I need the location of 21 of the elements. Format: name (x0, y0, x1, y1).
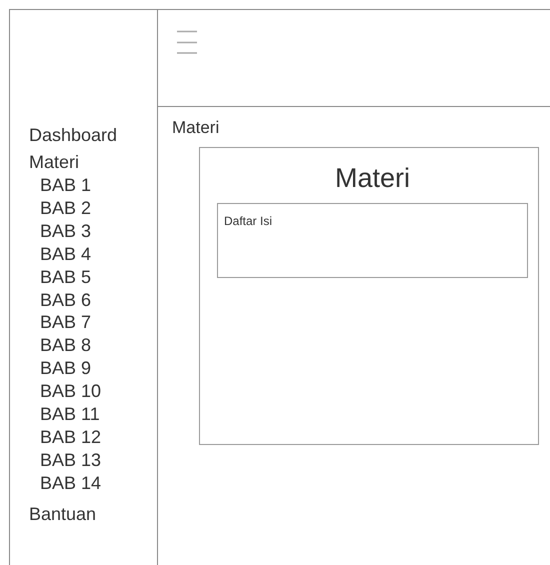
sidebar-item[interactable]: Bantuan (29, 502, 96, 526)
contents-label: Daftar Isi (224, 214, 272, 228)
sidebar-subitem[interactable]: BAB 13 (40, 448, 102, 472)
sidebar-subitem[interactable]: BAB 11 (40, 403, 100, 426)
sidebar-subitem[interactable]: BAB 12 (40, 426, 102, 449)
sidebar-subitem[interactable]: BAB 1 (40, 174, 92, 197)
sidebar-subitem[interactable]: BAB 3 (40, 220, 92, 243)
sidebar-subitem[interactable]: BAB 2 (40, 196, 92, 220)
sidebar-subitem[interactable]: BAB 9 (40, 357, 92, 380)
sidebar-subitem[interactable]: BAB 14 (40, 472, 102, 495)
sidebar-item[interactable]: Materi (29, 151, 80, 174)
breadcrumb: Materi (172, 118, 220, 138)
sidebar-subitem[interactable]: BAB 6 (40, 288, 92, 312)
menu-icon[interactable] (177, 30, 197, 54)
sidebar-subitem[interactable]: BAB 10 (40, 380, 102, 404)
sidebar-subitem[interactable]: BAB 7 (40, 311, 92, 334)
sidebar-subitem[interactable]: BAB 4 (40, 242, 92, 266)
sidebar-item[interactable]: Dashboard (29, 124, 118, 147)
sidebar-subitem[interactable]: BAB 8 (40, 334, 92, 358)
card-title: Materi (334, 162, 410, 194)
sidebar-subitem[interactable]: BAB 5 (40, 266, 92, 289)
